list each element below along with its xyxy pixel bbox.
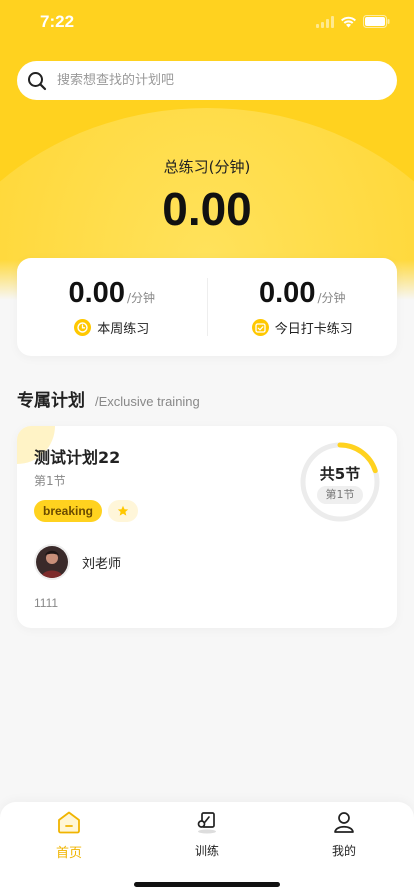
plan-tags: breaking xyxy=(34,500,139,522)
status-icons xyxy=(316,13,390,32)
search-bar[interactable] xyxy=(17,61,397,100)
star-icon xyxy=(108,500,139,522)
plan-current-lesson-badge: 第1节 xyxy=(317,486,363,504)
clock-icon xyxy=(74,319,92,336)
status-time: 7:22 xyxy=(40,12,75,31)
teacher-name: 刘老师 xyxy=(82,556,122,572)
stat-weekly-value: 0.00 xyxy=(68,277,125,309)
tab-training-label: 训练 xyxy=(194,844,219,858)
plan-lesson: 第1节 xyxy=(34,474,66,488)
plan-tag: breaking xyxy=(34,500,103,522)
search-icon xyxy=(27,71,47,91)
avatar xyxy=(34,544,70,580)
section-header: 专属计划 /Exclusive training xyxy=(17,386,200,411)
status-bar: 7:22 xyxy=(0,0,414,44)
stat-weekly[interactable]: 0.00 /分钟 本周练习 xyxy=(17,277,207,337)
plan-teacher: 刘老师 xyxy=(34,544,121,580)
stat-today[interactable]: 0.00 /分钟 今日打卡练习 xyxy=(208,277,398,337)
search-input[interactable] xyxy=(57,73,357,88)
plan-progress-ring: 共5节 第1节 xyxy=(299,441,381,523)
stat-weekly-unit: /分钟 xyxy=(126,291,155,305)
section-title: 专属计划 xyxy=(17,391,85,411)
plan-card[interactable]: 测试计划22 第1节 breaking 刘老师 1111 共5节 第1节 xyxy=(17,426,397,628)
home-indicator xyxy=(134,882,280,887)
total-practice-value: 0.00 xyxy=(162,183,252,235)
training-icon xyxy=(194,810,220,838)
tab-training[interactable]: 训练 xyxy=(167,810,247,859)
section-subtitle: /Exclusive training xyxy=(95,394,200,409)
stat-weekly-label: 本周练习 xyxy=(97,322,150,337)
stat-today-value: 0.00 xyxy=(259,277,316,309)
calendar-icon xyxy=(251,319,269,336)
stat-today-label: 今日打卡练习 xyxy=(274,322,353,337)
plan-title: 测试计划22 xyxy=(34,448,121,467)
home-icon xyxy=(56,810,82,838)
hero-background xyxy=(0,0,414,300)
profile-icon xyxy=(331,810,357,838)
total-practice-label: 总练习(分钟) xyxy=(163,158,251,176)
tab-profile[interactable]: 我的 xyxy=(304,810,384,859)
plan-note: 1111 xyxy=(34,596,59,610)
plan-total-lessons: 共5节 xyxy=(319,465,361,483)
tab-home[interactable]: 首页 xyxy=(29,810,109,861)
stats-card: 0.00 /分钟 本周练习 0.00 /分钟 今日打卡练习 xyxy=(17,258,397,356)
tab-profile-label: 我的 xyxy=(331,844,356,858)
stat-today-unit: /分钟 xyxy=(317,291,346,305)
tab-home-label: 首页 xyxy=(55,846,82,861)
battery-icon xyxy=(363,13,390,32)
wifi-icon xyxy=(340,13,357,32)
signal-icon xyxy=(316,13,334,32)
